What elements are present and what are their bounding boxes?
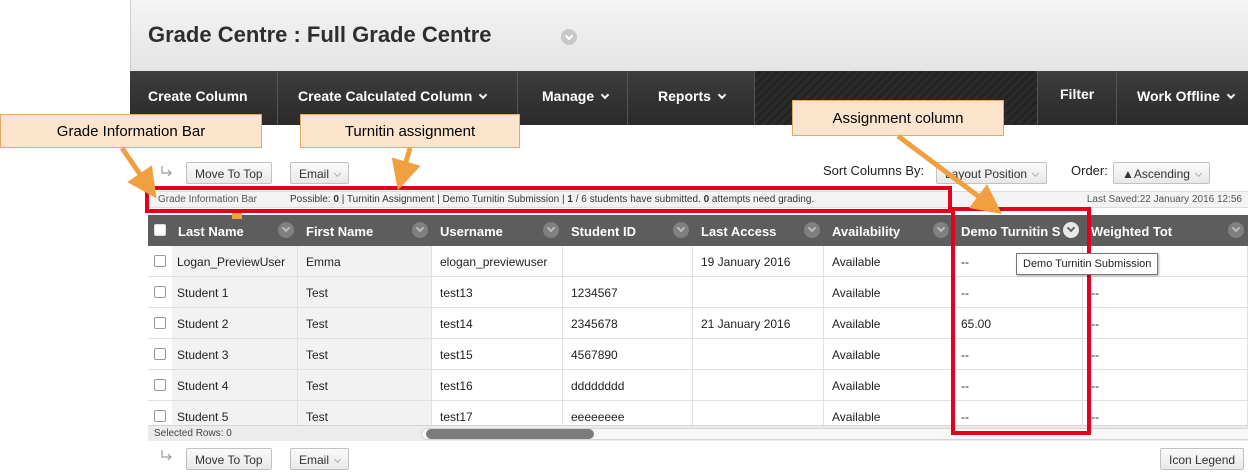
assignment-column-arrow — [896, 134, 1002, 214]
callout-arrows — [119, 134, 1002, 214]
grade-info-arrow — [119, 146, 157, 199]
page: Grade Centre : Full Grade Centre Create … — [0, 0, 1248, 475]
turnitin-arrow — [391, 147, 421, 191]
